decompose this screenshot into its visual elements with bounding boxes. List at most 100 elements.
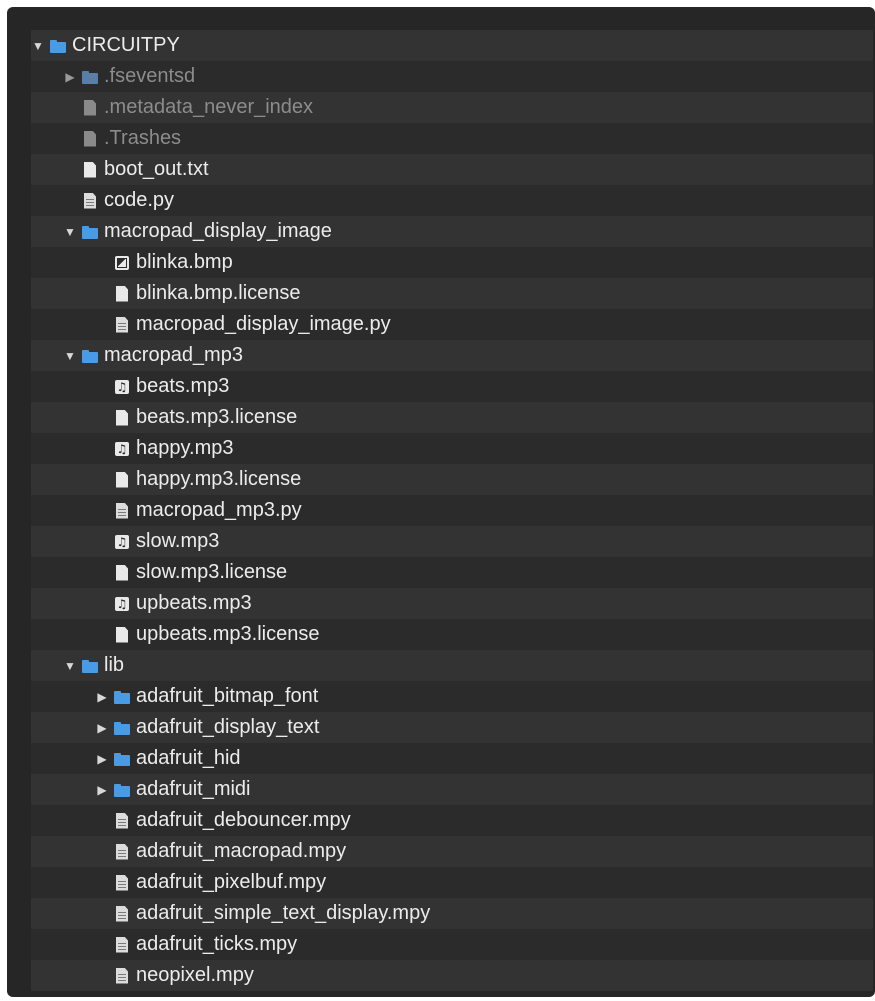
folder-icon (113, 688, 131, 706)
file-row[interactable]: macropad_display_image.py (31, 309, 873, 340)
folder-row[interactable]: ▶ .fseventsd (31, 61, 873, 92)
expand-arrow-icon[interactable]: ▼ (63, 349, 77, 363)
audio-file-icon (113, 533, 131, 551)
folder-icon (113, 719, 131, 737)
file-row[interactable]: neopixel.mpy (31, 960, 873, 991)
image-file-icon (113, 254, 131, 272)
tree-item-label: adafruit_macropad.mpy (136, 840, 347, 862)
tree-item-label: macropad_mp3.py (136, 499, 302, 521)
tree-item-label: upbeats.mp3 (136, 592, 252, 614)
file-row[interactable]: blinka.bmp (31, 247, 873, 278)
file-row[interactable]: adafruit_pixelbuf.mpy (31, 867, 873, 898)
tree-item-label: happy.mp3.license (136, 468, 302, 490)
file-icon (81, 99, 99, 117)
file-row[interactable]: slow.mp3 (31, 526, 873, 557)
audio-file-icon (113, 378, 131, 396)
file-browser-panel: ▼ CIRCUITPY ▶ .fseventsd .metadata_never_ind… (7, 7, 875, 997)
folder-row[interactable]: ▶ adafruit_display_text (31, 712, 873, 743)
tree-item-label: CIRCUITPY (72, 34, 180, 56)
folder-row[interactable]: ▼ CIRCUITPY (31, 30, 873, 61)
tree-item-label: neopixel.mpy (136, 964, 254, 986)
tree-item-label: adafruit_simple_text_display.mpy (136, 902, 431, 924)
file-tree: ▼ CIRCUITPY ▶ .fseventsd .metadata_never_ind… (31, 30, 873, 991)
tree-item-label: adafruit_hid (136, 747, 241, 769)
script-file-icon (113, 936, 131, 954)
tree-item-label: beats.mp3.license (136, 406, 298, 428)
folder-icon (113, 750, 131, 768)
file-row[interactable]: .metadata_never_index (31, 92, 873, 123)
tree-item-label: macropad_display_image.py (136, 313, 391, 335)
tree-item-label: adafruit_debouncer.mpy (136, 809, 351, 831)
file-row[interactable]: upbeats.mp3 (31, 588, 873, 619)
script-file-icon (113, 967, 131, 985)
file-icon (81, 161, 99, 179)
collapse-arrow-icon[interactable]: ▶ (95, 783, 109, 797)
tree-item-label: .metadata_never_index (104, 96, 314, 118)
expand-arrow-icon[interactable]: ▼ (63, 659, 77, 673)
collapse-arrow-icon[interactable]: ▶ (95, 690, 109, 704)
folder-row[interactable]: ▼ macropad_mp3 (31, 340, 873, 371)
folder-icon (81, 68, 99, 86)
file-row[interactable]: blinka.bmp.license (31, 278, 873, 309)
tree-item-label: adafruit_midi (136, 778, 251, 800)
tree-item-label: blinka.bmp (136, 251, 233, 273)
tree-item-label: lib (104, 654, 125, 676)
folder-icon (49, 37, 67, 55)
file-row[interactable]: beats.mp3 (31, 371, 873, 402)
file-icon (113, 564, 131, 582)
file-row[interactable]: happy.mp3.license (31, 464, 873, 495)
tree-item-label: adafruit_pixelbuf.mpy (136, 871, 327, 893)
tree-item-label: macropad_mp3 (104, 344, 243, 366)
file-row[interactable]: happy.mp3 (31, 433, 873, 464)
audio-file-icon (113, 595, 131, 613)
tree-item-label: .fseventsd (104, 65, 196, 87)
folder-icon (113, 781, 131, 799)
file-row[interactable]: upbeats.mp3.license (31, 619, 873, 650)
script-file-icon (81, 192, 99, 210)
expand-arrow-icon[interactable]: ▼ (31, 39, 45, 53)
script-file-icon (113, 874, 131, 892)
file-row[interactable]: adafruit_ticks.mpy (31, 929, 873, 960)
file-icon (81, 130, 99, 148)
tree-item-label: code.py (104, 189, 175, 211)
folder-row[interactable]: ▼ lib (31, 650, 873, 681)
folder-icon (81, 223, 99, 241)
tree-item-label: macropad_display_image (104, 220, 332, 242)
collapse-arrow-icon[interactable]: ▶ (63, 70, 77, 84)
file-row[interactable]: adafruit_debouncer.mpy (31, 805, 873, 836)
file-row[interactable]: .Trashes (31, 123, 873, 154)
tree-item-label: adafruit_ticks.mpy (136, 933, 298, 955)
file-row[interactable]: boot_out.txt (31, 154, 873, 185)
tree-item-label: .Trashes (104, 127, 182, 149)
script-file-icon (113, 843, 131, 861)
file-icon (113, 471, 131, 489)
file-row[interactable]: adafruit_simple_text_display.mpy (31, 898, 873, 929)
expand-arrow-icon[interactable]: ▼ (63, 225, 77, 239)
file-row[interactable]: macropad_mp3.py (31, 495, 873, 526)
tree-item-label: slow.mp3.license (136, 561, 288, 583)
folder-icon (81, 657, 99, 675)
folder-row[interactable]: ▶ adafruit_bitmap_font (31, 681, 873, 712)
folder-row[interactable]: ▶ adafruit_midi (31, 774, 873, 805)
collapse-arrow-icon[interactable]: ▶ (95, 721, 109, 735)
folder-row[interactable]: ▼ macropad_display_image (31, 216, 873, 247)
folder-row[interactable]: ▶ adafruit_hid (31, 743, 873, 774)
script-file-icon (113, 502, 131, 520)
collapse-arrow-icon[interactable]: ▶ (95, 752, 109, 766)
script-file-icon (113, 812, 131, 830)
file-icon (113, 626, 131, 644)
tree-item-label: blinka.bmp.license (136, 282, 301, 304)
audio-file-icon (113, 440, 131, 458)
file-row[interactable]: code.py (31, 185, 873, 216)
tree-item-label: upbeats.mp3.license (136, 623, 320, 645)
file-icon (113, 409, 131, 427)
tree-item-label: beats.mp3 (136, 375, 230, 397)
file-row[interactable]: adafruit_macropad.mpy (31, 836, 873, 867)
tree-item-label: adafruit_bitmap_font (136, 685, 319, 707)
script-file-icon (113, 905, 131, 923)
tree-item-label: slow.mp3 (136, 530, 220, 552)
tree-item-label: boot_out.txt (104, 158, 209, 180)
file-row[interactable]: beats.mp3.license (31, 402, 873, 433)
tree-item-label: happy.mp3 (136, 437, 234, 459)
file-row[interactable]: slow.mp3.license (31, 557, 873, 588)
